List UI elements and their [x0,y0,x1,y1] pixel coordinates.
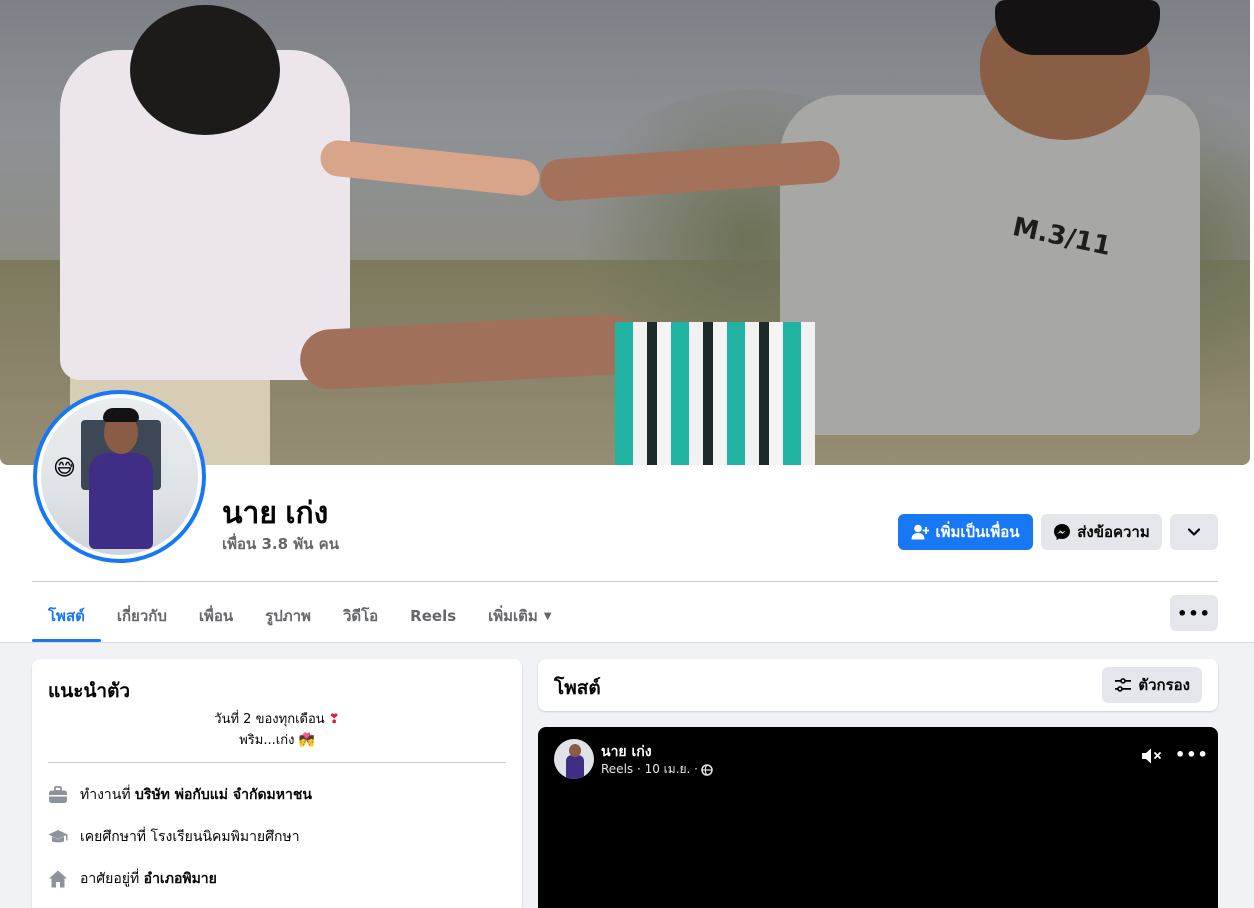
mute-button[interactable] [1141,747,1163,769]
bio-line: วันที่ 2 ของทุกเดือน ❣ [48,709,506,730]
tab-posts[interactable]: โพสต์ [32,590,101,642]
posts-header-card: โพสต์ ตัวกรอง [538,659,1218,711]
cover-figure-right [780,95,1200,435]
tab-label: โพสต์ [48,607,85,625]
cover-figure-right-shorts [615,322,815,465]
posts-title: โพสต์ [554,678,601,699]
tab-photos[interactable]: รูปภาพ [249,590,327,642]
messenger-icon [1054,524,1071,540]
info-label: ทำงานที่ [80,787,131,803]
work-place-link[interactable]: บริษัท พ่อกับแม่ จำกัดมหาชน [135,787,312,803]
tab-label: Reels [410,607,457,625]
add-friend-icon [911,524,930,540]
post-meta-text[interactable]: Reels · 10 เม.ย. · [601,760,698,779]
tab-about[interactable]: เกี่ยวกับ [101,590,183,642]
message-button[interactable]: ส่งข้อความ [1041,514,1162,550]
intro-card: แนะนำตัว วันที่ 2 ของทุกเดือน ❣ พริม...เ… [32,659,522,908]
couple-kiss-icon: 💏 [298,733,315,748]
post-meta: Reels · 10 เม.ย. · [601,760,713,779]
post-author-avatar[interactable] [554,739,594,779]
school-link[interactable]: โรงเรียนนิคมพิมายศึกษา [151,829,300,845]
graduation-cap-icon [48,830,68,843]
cover-figure-right-hair [995,0,1160,55]
globe-privacy-icon [701,763,713,776]
bio-text: พริม...เก่ง [239,733,295,748]
profile-tabs: โพสต์ เกี่ยวกับ เพื่อน รูปภาพ วิดีโอ Ree… [32,590,568,642]
avatar-body [89,453,153,549]
caret-down-icon: ▼ [543,610,552,622]
chevron-down-icon [1187,528,1201,536]
info-label: เคยศึกษาที่ [80,829,147,845]
tab-videos[interactable]: วิดีโอ [327,590,394,642]
bio-divider [48,762,506,763]
location-info: อาศัยอยู่ที่ อำเภอพิมาย [48,868,217,890]
tab-label: เกี่ยวกับ [116,607,167,625]
filter-label: ตัวกรอง [1138,676,1190,694]
avatar-border: 😅 [37,394,202,559]
more-dots-icon: ••• [1177,603,1211,623]
more-options-button[interactable]: ••• [1170,595,1218,631]
tab-reels[interactable]: Reels [394,590,472,642]
profile-options-button[interactable] [1170,514,1218,550]
briefcase-icon [49,786,67,803]
post-avatar-body [566,755,584,779]
filter-button[interactable]: ตัวกรอง [1102,667,1202,703]
location-link[interactable]: อำเภอพิมาย [144,871,217,887]
tab-friends[interactable]: เพื่อน [183,590,249,642]
tab-label: เพื่อน [198,607,234,625]
add-friend-label: เพิ่มเป็นเพื่อน [935,523,1020,541]
profile-avatar[interactable]: 😅 [33,390,206,563]
cover-figure-left-hair [130,5,280,135]
work-info: ทำงานที่ บริษัท พ่อกับแม่ จำกัดมหาชน [48,784,312,806]
sweat-smile-emoji-icon: 😅 [53,456,76,481]
post-more-button[interactable]: ••• [1175,745,1209,764]
bio-text: วันที่ 2 ของทุกเดือน [214,712,325,727]
tab-label: รูปภาพ [265,607,311,625]
filter-sliders-icon [1115,678,1132,692]
tab-more[interactable]: เพิ่มเติม ▼ [472,590,567,642]
friend-count-link[interactable]: เพื่อน 3.8 พัน คน [222,532,339,556]
message-label: ส่งข้อความ [1077,523,1150,541]
more-dots-icon: ••• [1175,745,1209,764]
tab-label: วิดีโอ [342,607,379,625]
info-label: อาศัยอยู่ที่ [80,871,140,887]
profile-header: M.3/11 😅 นาย เก่ง เพื่อน 3.8 พัน คน เพิ่… [0,0,1254,643]
cover-figure-left-arm [318,138,542,198]
bio: วันที่ 2 ของทุกเดือน ❣ พริม...เก่ง 💏 [48,709,506,751]
education-info: เคยศึกษาที่ โรงเรียนนิคมพิมายศึกษา [48,826,300,848]
cover-photo[interactable]: M.3/11 [0,0,1250,465]
profile-name: นาย เก่ง [222,497,329,530]
tab-label: เพิ่มเติม [488,607,538,625]
avatar-hair [103,408,139,422]
post-avatar-head [569,744,581,757]
reel-post[interactable]: นาย เก่ง Reels · 10 เม.ย. · ••• [538,727,1218,908]
bio-line: พริม...เก่ง 💏 [48,730,506,751]
intro-title: แนะนำตัว [48,681,131,702]
avatar-photo: 😅 [41,398,198,555]
header-divider [32,581,1218,582]
heart-exclamation-icon: ❣ [328,712,340,727]
home-icon [49,870,67,888]
add-friend-button[interactable]: เพิ่มเป็นเพื่อน [898,514,1033,550]
speaker-muted-icon [1142,748,1161,764]
